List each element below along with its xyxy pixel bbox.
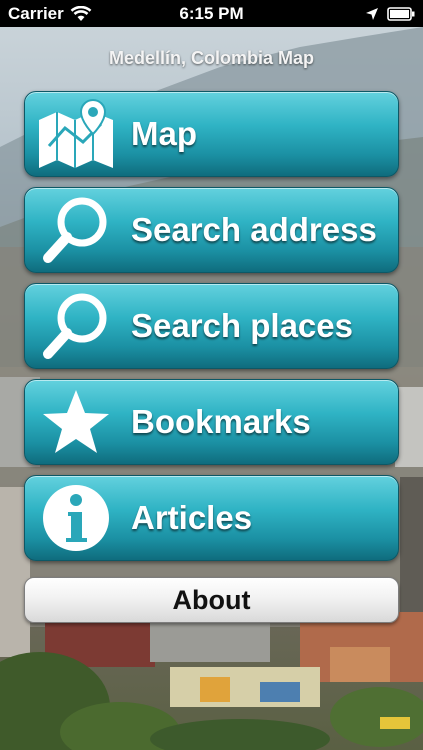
carrier-label: Carrier [8,3,64,23]
magnifier-icon [35,192,117,268]
search-address-label: Search address [131,211,377,248]
status-bar: Carrier 6:15 PM [0,0,423,27]
articles-button[interactable]: Articles [24,475,399,561]
map-button-label: Map [131,115,197,152]
magnifier-icon [35,288,117,364]
carrier-group: Carrier [8,4,92,24]
bookmarks-label: Bookmarks [131,403,311,440]
info-icon [35,480,117,556]
page-title: Medellín, Colombia Map [108,48,314,68]
battery-icon [387,6,415,21]
star-icon [35,384,117,460]
articles-label: Articles [131,499,253,536]
search-address-button[interactable]: Search address [24,187,399,273]
search-places-button[interactable]: Search places [24,283,399,369]
bookmarks-button[interactable]: Bookmarks [24,379,399,465]
status-right [365,6,415,21]
search-places-label: Search places [131,307,353,344]
location-arrow-icon [366,7,378,20]
about-button[interactable]: About [24,577,399,623]
map-button[interactable]: Map [24,91,399,177]
map-pin-icon [35,96,117,172]
wifi-icon [70,5,92,21]
